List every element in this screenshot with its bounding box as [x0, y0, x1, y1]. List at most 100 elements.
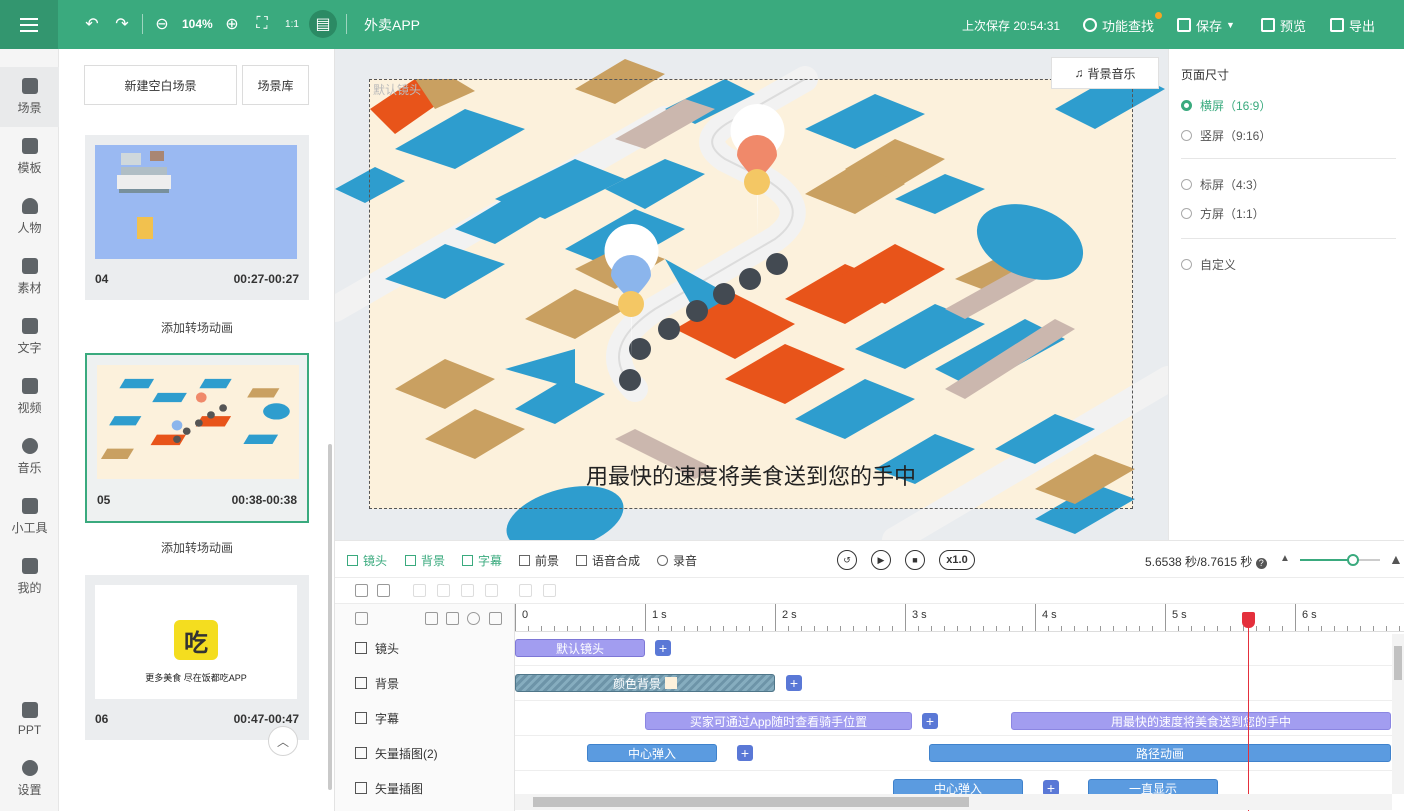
- clip-camera[interactable]: 默认镜头: [515, 639, 645, 657]
- help-icon[interactable]: ?: [1255, 558, 1267, 569]
- track-name-background[interactable]: 背景: [355, 673, 399, 693]
- group-icon[interactable]: [377, 584, 390, 597]
- rail-item-video[interactable]: 视频: [0, 367, 59, 427]
- distribute-icon[interactable]: [485, 584, 498, 597]
- ruler-tick: [1334, 626, 1335, 631]
- rail-item-text[interactable]: 文字: [0, 307, 59, 367]
- track-name-vector[interactable]: 矢量插图: [355, 778, 423, 798]
- layers-icon[interactable]: [355, 612, 368, 625]
- scene-library-button[interactable]: 场景库: [242, 65, 309, 105]
- zoom-in-icon[interactable]: ⊕: [221, 13, 243, 35]
- sort-icon[interactable]: [425, 612, 438, 625]
- align-right-icon[interactable]: [461, 584, 474, 597]
- playhead-handle[interactable]: [1242, 612, 1255, 628]
- clip-subtitle-2[interactable]: 用最快的速度将美食送到您的手中: [1011, 712, 1391, 730]
- redo-icon[interactable]: ↷: [111, 13, 133, 35]
- ruler-tick: [697, 626, 698, 631]
- rail-item-settings[interactable]: 设置: [0, 749, 59, 809]
- canvas-caption[interactable]: 用最快的速度将美食送到您的手中: [369, 459, 1133, 491]
- scrollbar-thumb[interactable]: [1394, 646, 1402, 680]
- rail-item-ppt[interactable]: PPT: [0, 689, 59, 749]
- rail-item-template[interactable]: 模板: [0, 127, 59, 187]
- ruler-tick: [684, 626, 685, 631]
- clip-vector2-path[interactable]: 路径动画: [929, 744, 1391, 762]
- clip-subtitle-1[interactable]: 买家可通过App随时查看骑手位置: [645, 712, 912, 730]
- rail-label: 场景: [17, 101, 42, 115]
- scroll-up-button[interactable]: ︿: [268, 726, 298, 756]
- subtitle-icon[interactable]: ▤: [309, 10, 337, 38]
- actual-size-icon[interactable]: 1:1: [281, 13, 303, 35]
- chevron-up-icon: ︿: [276, 734, 289, 749]
- play-button[interactable]: ▶: [871, 550, 891, 570]
- radio-landscape[interactable]: 横屏（16:9）: [1181, 96, 1271, 114]
- scene-card-06[interactable]: 吃 更多美食 尽在饭都吃APP 06 00:47-00:47: [85, 575, 309, 740]
- scene-card-05[interactable]: 05 00:38-00:38: [85, 353, 309, 523]
- speed-button[interactable]: x1.0: [939, 550, 975, 570]
- rail-item-toolbox[interactable]: 小工具: [0, 487, 59, 547]
- add-background-button[interactable]: +: [786, 675, 802, 691]
- new-blank-scene-button[interactable]: 新建空白场景: [84, 65, 237, 105]
- fullscreen-icon[interactable]: ⛶: [251, 13, 273, 35]
- timeline-vertical-scrollbar[interactable]: [1392, 634, 1404, 794]
- search-icon: [1083, 18, 1097, 32]
- tab-tts[interactable]: 语音合成: [576, 552, 640, 569]
- feature-search-button[interactable]: 功能查找: [1083, 14, 1154, 36]
- camera-frame[interactable]: [369, 79, 1133, 509]
- hamburger-icon[interactable]: [0, 0, 58, 49]
- timeline-zoom-knob[interactable]: [1346, 554, 1359, 566]
- align-center-icon[interactable]: [437, 584, 450, 597]
- track-name-camera[interactable]: 镜头: [355, 638, 399, 658]
- tab-record[interactable]: 录音: [657, 552, 697, 569]
- stop-button[interactable]: ■: [905, 550, 925, 570]
- add-vector2-button[interactable]: +: [737, 745, 753, 761]
- tab-background[interactable]: 背景: [405, 552, 445, 569]
- rail-item-material[interactable]: 素材: [0, 247, 59, 307]
- track-name-subtitle[interactable]: 字幕: [355, 708, 399, 728]
- rail-item-music[interactable]: 音乐: [0, 427, 59, 487]
- tab-camera[interactable]: 镜头: [347, 552, 387, 569]
- replay-button[interactable]: ↺: [837, 550, 857, 570]
- radio-standard[interactable]: 标屏（4:3）: [1181, 175, 1265, 193]
- rail-item-person[interactable]: 人物: [0, 187, 59, 247]
- radio-circle: [1181, 99, 1192, 111]
- timeline-horizontal-scrollbar[interactable]: [515, 794, 1392, 810]
- project-name[interactable]: 外卖APP: [364, 15, 420, 35]
- radio-square[interactable]: 方屏（1:1）: [1181, 204, 1265, 222]
- ruler-tick: [1217, 626, 1218, 631]
- radio-portrait[interactable]: 竖屏（9:16）: [1181, 126, 1271, 144]
- lock-icon[interactable]: [489, 612, 502, 625]
- preview-button[interactable]: 预览: [1261, 14, 1306, 36]
- copy-icon[interactable]: [519, 584, 532, 597]
- clip-vector2-popin[interactable]: 中心弹入: [587, 744, 717, 762]
- filter-icon[interactable]: [355, 584, 368, 597]
- time-ruler[interactable]: 0 1 s 2 s 3 s 4 s 5 s 6 s: [515, 604, 1404, 632]
- save-button[interactable]: 保存 ▼: [1177, 14, 1235, 36]
- tab-subtitle[interactable]: 字幕: [462, 552, 502, 569]
- paste-icon[interactable]: [543, 584, 556, 597]
- export-button[interactable]: 导出: [1330, 14, 1375, 36]
- track-label: 矢量插图: [375, 781, 424, 796]
- align-left-icon[interactable]: [413, 584, 426, 597]
- stop-icon: ■: [912, 555, 918, 565]
- trash-icon[interactable]: [446, 612, 459, 625]
- radio-custom[interactable]: 自定义: [1181, 255, 1236, 273]
- zoom-out-icon[interactable]: ⊖: [151, 13, 173, 35]
- rail-item-mine[interactable]: 我的: [0, 547, 59, 607]
- scene-card-04[interactable]: 04 00:27-00:27: [85, 135, 309, 300]
- zoom-out-mountain-icon[interactable]: ▲: [1280, 553, 1290, 564]
- add-transition-link[interactable]: 添加转场动画: [85, 539, 309, 556]
- eye-off-icon[interactable]: [467, 612, 480, 625]
- ruler-tick: [567, 626, 568, 631]
- zoom-in-mountain-icon[interactable]: ▲: [1389, 551, 1403, 567]
- background-music-button[interactable]: ♫ 背景音乐: [1051, 57, 1159, 89]
- scrollbar-thumb[interactable]: [533, 797, 969, 807]
- clip-background[interactable]: 颜色背景: [515, 674, 775, 692]
- add-camera-button[interactable]: +: [655, 640, 671, 656]
- scene-scrollbar[interactable]: [328, 444, 332, 790]
- undo-icon[interactable]: ↶: [81, 13, 103, 35]
- add-subtitle-button[interactable]: +: [922, 713, 938, 729]
- tab-foreground[interactable]: 前景: [519, 552, 559, 569]
- track-name-vector-2[interactable]: 矢量插图(2): [355, 743, 438, 763]
- add-transition-link[interactable]: 添加转场动画: [85, 319, 309, 336]
- rail-item-scene[interactable]: 场景: [0, 67, 59, 127]
